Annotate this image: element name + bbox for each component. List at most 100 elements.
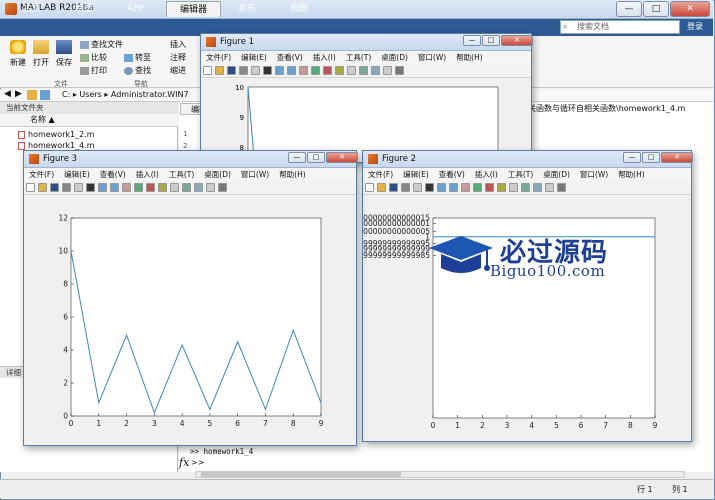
figure-minimize-button[interactable]: — (623, 152, 641, 163)
menu-help[interactable]: 帮助(H) (613, 168, 650, 181)
figure-2-window[interactable]: Figure 2 — □ ✕ 文件(F) 编辑(E) 查看(V) 插入(I) 工具(T)… (346, 150, 693, 442)
back-arrow-icon[interactable]: ◀ (4, 90, 14, 100)
figure-1-window[interactable]: Figure 1 — □ ✕ 文件(F) 编辑(E) 查看(V) 插入(I) 工具(T)… (200, 33, 533, 170)
figure-close-button[interactable]: ✕ (326, 152, 358, 163)
fx-icon[interactable]: fx (179, 456, 189, 469)
figure-1-titlebar[interactable]: Figure 1 — □ ✕ (201, 34, 533, 51)
figure-maximize-button[interactable]: □ (642, 152, 660, 163)
menu-desktop[interactable]: 桌面(D) (199, 168, 236, 181)
current-path[interactable]: C: ▸ Users ▸ Administrator.WIN7 (62, 89, 189, 101)
horizontal-scrollbar[interactable] (195, 471, 685, 478)
find-files-button[interactable]: 查找文件 (80, 39, 123, 50)
figure-toolbar-icon[interactable] (395, 66, 404, 75)
figure-toolbar-icon[interactable] (335, 66, 344, 75)
figure-toolbar-icon[interactable] (485, 183, 494, 192)
menu-window[interactable]: 窗口(W) (575, 168, 613, 181)
goto-button[interactable]: 转至 (124, 52, 151, 63)
figure-toolbar-icon[interactable] (110, 183, 119, 192)
menu-insert[interactable]: 插入(I) (308, 51, 341, 64)
figure-toolbar-icon[interactable] (299, 66, 308, 75)
figure-toolbar-icon[interactable] (215, 66, 224, 75)
figure-toolbar-icon[interactable] (170, 183, 179, 192)
figure-toolbar-icon[interactable] (383, 66, 392, 75)
menu-view[interactable]: 查看(V) (272, 51, 308, 64)
menu-insert[interactable]: 插入(I) (131, 168, 164, 181)
figure-toolbar-icon[interactable] (146, 183, 155, 192)
menu-file[interactable]: 文件(F) (363, 168, 398, 181)
menu-help[interactable]: 帮助(H) (451, 51, 488, 64)
browse-folder-icon[interactable] (40, 90, 50, 100)
figure-minimize-button[interactable]: — (288, 152, 306, 163)
figure-toolbar-icon[interactable] (311, 66, 320, 75)
menu-view[interactable]: 查看(V) (95, 168, 131, 181)
figure-toolbar-icon[interactable] (347, 66, 356, 75)
maximize-button[interactable]: □ (643, 1, 669, 17)
name-column-header[interactable]: 名称 ▲ (0, 114, 178, 127)
menu-view[interactable]: 查看(V) (434, 168, 470, 181)
open-button[interactable]: 打开 (30, 40, 52, 68)
comment-button[interactable]: 注释 (170, 52, 186, 63)
figure-toolbar-icon[interactable] (251, 66, 260, 75)
figure-toolbar-icon[interactable] (239, 66, 248, 75)
menu-edit[interactable]: 编辑(E) (59, 168, 95, 181)
menu-tools[interactable]: 工具(T) (503, 168, 538, 181)
menu-file[interactable]: 文件(F) (201, 51, 236, 64)
figure-toolbar-icon[interactable] (365, 183, 374, 192)
figure-toolbar-icon[interactable] (74, 183, 83, 192)
figure-toolbar-icon[interactable] (38, 183, 47, 192)
tab-view[interactable]: 视图 (277, 1, 321, 17)
menu-edit[interactable]: 编辑(E) (398, 168, 434, 181)
figure-toolbar-icon[interactable] (533, 183, 542, 192)
menu-desktop[interactable]: 桌面(D) (538, 168, 575, 181)
figure-toolbar-icon[interactable] (98, 183, 107, 192)
figure-toolbar-icon[interactable] (545, 183, 554, 192)
menu-insert[interactable]: 插入(I) (470, 168, 503, 181)
figure-toolbar-icon[interactable] (158, 183, 167, 192)
find-button[interactable]: 查找 (124, 65, 151, 76)
figure-toolbar-icon[interactable] (227, 66, 236, 75)
print-button[interactable]: 打印 (80, 65, 107, 76)
figure-toolbar-icon[interactable] (377, 183, 386, 192)
figure-toolbar-icon[interactable] (122, 183, 131, 192)
file-item[interactable]: homework1_2.m (18, 129, 95, 140)
menu-file[interactable]: 文件(F) (24, 168, 59, 181)
figure-3-titlebar[interactable]: Figure 3 — □ ✕ (24, 151, 358, 168)
figure-toolbar-icon[interactable] (557, 183, 566, 192)
figure-toolbar-icon[interactable] (449, 183, 458, 192)
figure-toolbar-icon[interactable] (50, 183, 59, 192)
figure-maximize-button[interactable]: □ (482, 35, 500, 46)
figure-close-button[interactable]: ✕ (501, 35, 533, 46)
figure-toolbar-icon[interactable] (263, 66, 272, 75)
figure-3-window[interactable]: Figure 3 — □ ✕ 文件(F) 编辑(E) 查看(V) 插入(I) 工具(T)… (23, 150, 358, 446)
figure-toolbar-icon[interactable] (62, 183, 71, 192)
menu-tools[interactable]: 工具(T) (341, 51, 376, 64)
menu-window[interactable]: 窗口(W) (236, 168, 274, 181)
compare-button[interactable]: 比较 (80, 52, 107, 63)
menu-desktop[interactable]: 桌面(D) (376, 51, 413, 64)
figure-toolbar-icon[interactable] (461, 183, 470, 192)
figure-toolbar-icon[interactable] (26, 183, 35, 192)
figure-toolbar-icon[interactable] (182, 183, 191, 192)
tab-publish[interactable]: 发布 (225, 1, 269, 17)
figure-toolbar-icon[interactable] (218, 183, 227, 192)
tab-apps[interactable]: APP (114, 1, 157, 17)
figure-toolbar-icon[interactable] (413, 183, 422, 192)
figure-maximize-button[interactable]: □ (307, 152, 325, 163)
figure-toolbar-icon[interactable] (275, 66, 284, 75)
figure-toolbar-icon[interactable] (287, 66, 296, 75)
figure-minimize-button[interactable]: — (463, 35, 481, 46)
figure-toolbar-icon[interactable] (389, 183, 398, 192)
figure-toolbar-icon[interactable] (359, 66, 368, 75)
tab-home[interactable]: 主页 (10, 1, 54, 17)
up-folder-icon[interactable] (27, 90, 37, 100)
menu-tools[interactable]: 工具(T) (164, 168, 199, 181)
figure-toolbar-icon[interactable] (497, 183, 506, 192)
command-prompt[interactable]: >> (191, 458, 204, 467)
tab-editor[interactable]: 编辑器 (166, 1, 222, 17)
figure-toolbar-icon[interactable] (401, 183, 410, 192)
figure-close-button[interactable]: ✕ (661, 152, 693, 163)
figure-toolbar-icon[interactable] (473, 183, 482, 192)
figure-toolbar-icon[interactable] (425, 183, 434, 192)
save-button[interactable]: 保存 (53, 40, 75, 68)
login-link[interactable]: 登录 (687, 21, 703, 32)
